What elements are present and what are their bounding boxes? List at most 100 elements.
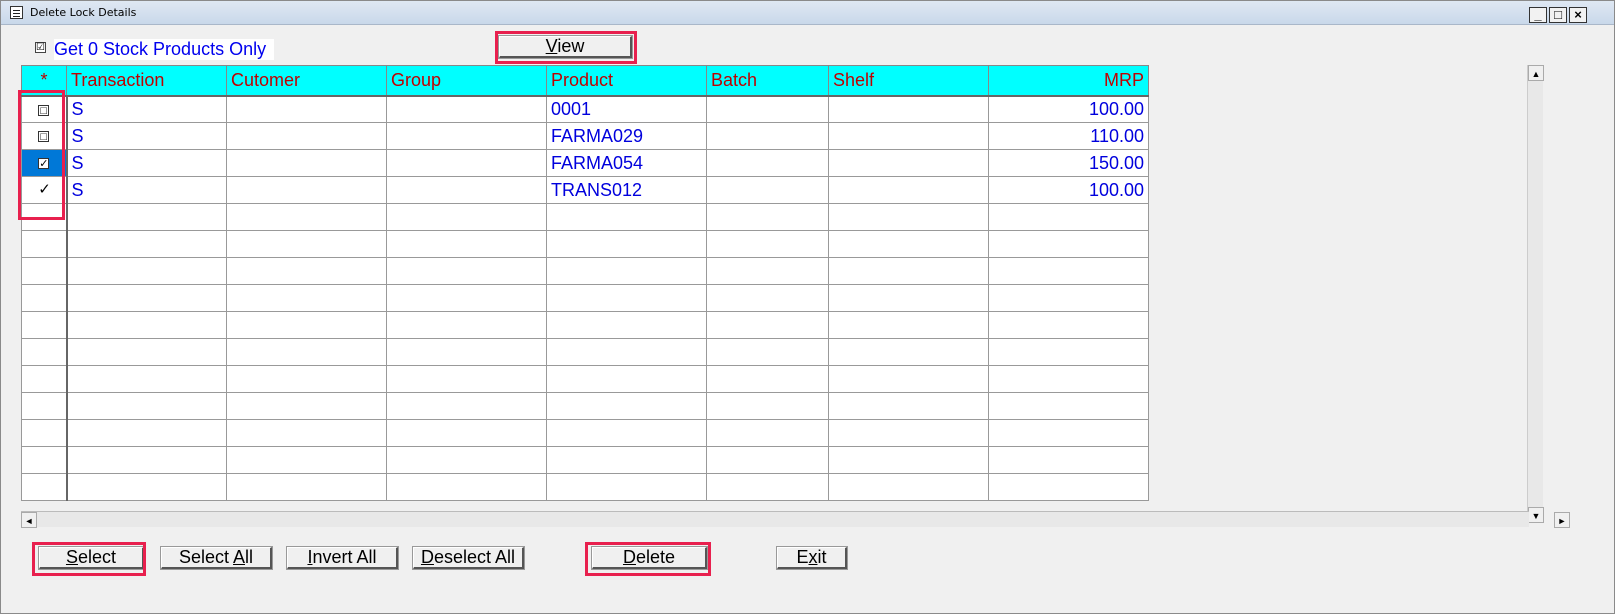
cell-customer[interactable] (226, 284, 387, 312)
vertical-scrollbar[interactable]: ▲ ▼ (1527, 65, 1544, 523)
cell-mrp[interactable] (988, 338, 1149, 366)
cell-batch[interactable] (706, 473, 829, 501)
cell-transaction[interactable] (66, 203, 227, 231)
table-row[interactable] (21, 311, 1149, 339)
cell-product[interactable]: FARMA029 (546, 122, 707, 150)
cell-shelf[interactable] (828, 95, 989, 123)
table-row[interactable] (21, 230, 1149, 258)
cell-customer[interactable] (226, 230, 387, 258)
cell-customer[interactable] (226, 122, 387, 150)
cell-batch[interactable] (706, 446, 829, 474)
cell-select[interactable] (21, 392, 68, 420)
table-row[interactable]: □ S FARMA029 110.00 (21, 122, 1149, 150)
cell-transaction[interactable] (66, 311, 227, 339)
cell-mrp[interactable]: 100.00 (988, 176, 1149, 204)
cell-batch[interactable] (706, 392, 829, 420)
cell-customer[interactable] (226, 446, 387, 474)
close-button[interactable]: × (1569, 7, 1587, 23)
cell-product[interactable] (546, 311, 707, 339)
cell-batch[interactable] (706, 419, 829, 447)
cell-mrp[interactable] (988, 311, 1149, 339)
cell-mrp[interactable] (988, 446, 1149, 474)
cell-shelf[interactable] (828, 257, 989, 285)
cell-group[interactable] (386, 419, 547, 447)
cell-batch[interactable] (706, 203, 829, 231)
cell-transaction[interactable]: S (66, 149, 227, 177)
cell-group[interactable] (386, 95, 547, 123)
cell-select[interactable] (21, 446, 68, 474)
cell-mrp[interactable] (988, 230, 1149, 258)
cell-shelf[interactable] (828, 230, 989, 258)
cell-customer[interactable] (226, 149, 387, 177)
table-row[interactable] (21, 338, 1149, 366)
cell-batch[interactable] (706, 365, 829, 393)
window-menu-icon[interactable] (10, 6, 23, 19)
cell-product[interactable]: FARMA054 (546, 149, 707, 177)
cell-customer[interactable] (226, 95, 387, 123)
cell-transaction[interactable] (66, 392, 227, 420)
cell-shelf[interactable] (828, 338, 989, 366)
table-row[interactable] (21, 392, 1149, 420)
minimize-button[interactable]: _ (1529, 7, 1547, 23)
cell-shelf[interactable] (828, 203, 989, 231)
cell-transaction[interactable]: S (66, 95, 227, 123)
table-row[interactable]: ✓ S FARMA054 150.00 (21, 149, 1149, 177)
cell-product[interactable] (546, 203, 707, 231)
cell-product[interactable]: 0001 (546, 95, 707, 123)
cell-shelf[interactable] (828, 122, 989, 150)
cell-shelf[interactable] (828, 365, 989, 393)
cell-mrp[interactable] (988, 473, 1149, 501)
table-row[interactable] (21, 419, 1149, 447)
cell-shelf[interactable] (828, 149, 989, 177)
cell-transaction[interactable] (66, 230, 227, 258)
cell-mrp[interactable]: 150.00 (988, 149, 1149, 177)
cell-batch[interactable] (706, 257, 829, 285)
cell-mrp[interactable]: 110.00 (988, 122, 1149, 150)
cell-product[interactable] (546, 338, 707, 366)
cell-batch[interactable] (706, 311, 829, 339)
cell-transaction[interactable]: S (66, 176, 227, 204)
cell-customer[interactable] (226, 392, 387, 420)
cell-shelf[interactable] (828, 419, 989, 447)
cell-select[interactable] (21, 284, 68, 312)
cell-shelf[interactable] (828, 284, 989, 312)
cell-shelf[interactable] (828, 473, 989, 501)
table-row[interactable] (21, 446, 1149, 474)
deselect-all-button[interactable]: Deselect All (413, 547, 524, 569)
cell-transaction[interactable] (66, 338, 227, 366)
cell-batch[interactable] (706, 95, 829, 123)
cell-select[interactable] (21, 419, 68, 447)
cell-group[interactable] (386, 203, 547, 231)
cell-transaction[interactable] (66, 446, 227, 474)
cell-select[interactable] (21, 257, 68, 285)
cell-shelf[interactable] (828, 392, 989, 420)
table-row[interactable] (21, 257, 1149, 285)
scroll-up-arrow-icon[interactable]: ▲ (1528, 65, 1544, 81)
scroll-right-arrow-icon[interactable]: ► (1554, 512, 1570, 528)
cell-customer[interactable] (226, 203, 387, 231)
col-header-product[interactable]: Product (546, 65, 707, 97)
col-header-group[interactable]: Group (386, 65, 547, 97)
cell-select[interactable] (21, 338, 68, 366)
cell-select[interactable] (21, 311, 68, 339)
table-row[interactable] (21, 203, 1149, 231)
cell-transaction[interactable] (66, 257, 227, 285)
cell-transaction[interactable] (66, 419, 227, 447)
col-header-shelf[interactable]: Shelf (828, 65, 989, 97)
cell-transaction[interactable]: S (66, 122, 227, 150)
cell-transaction[interactable] (66, 284, 227, 312)
cell-mrp[interactable] (988, 419, 1149, 447)
cell-product[interactable]: TRANS012 (546, 176, 707, 204)
scroll-left-arrow-icon[interactable]: ◄ (21, 512, 37, 528)
cell-select[interactable] (21, 365, 68, 393)
cell-mrp[interactable]: 100.00 (988, 95, 1149, 123)
cell-group[interactable] (386, 176, 547, 204)
exit-button[interactable]: Exit (777, 547, 847, 569)
cell-mrp[interactable] (988, 392, 1149, 420)
cell-product[interactable] (546, 392, 707, 420)
invert-all-button[interactable]: Invert All (287, 547, 398, 569)
col-header-mrp[interactable]: MRP (988, 65, 1149, 97)
col-header-customer[interactable]: Cutomer (226, 65, 387, 97)
cell-product[interactable] (546, 365, 707, 393)
cell-customer[interactable] (226, 338, 387, 366)
